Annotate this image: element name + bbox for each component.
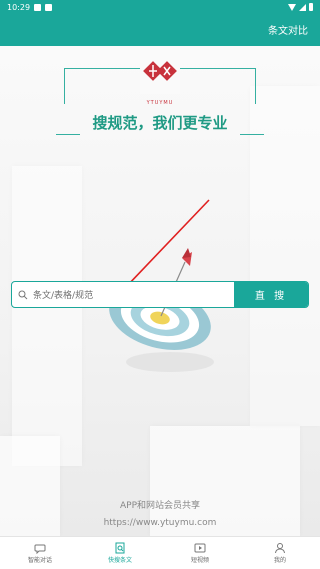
nav-label: 智能对话 xyxy=(27,557,52,564)
compare-clauses-button[interactable]: 条文对比 xyxy=(268,22,308,37)
status-time: 10:29 xyxy=(7,2,31,12)
video-icon xyxy=(194,543,206,553)
wifi-icon xyxy=(288,3,296,11)
gallery-notification-icon xyxy=(34,3,42,11)
document-search-icon xyxy=(115,542,125,554)
direct-search-button[interactable]: 直 搜 xyxy=(234,282,308,307)
nav-item-short-video[interactable]: 短视频 xyxy=(160,537,240,569)
person-icon xyxy=(275,543,285,554)
nav-item-quick-search[interactable]: 快搜条文 xyxy=(80,537,160,569)
search-placeholder: 条文/表格/规范 xyxy=(33,291,94,301)
app-bar: 条文对比 xyxy=(0,14,320,46)
battery-icon xyxy=(309,3,313,11)
chat-icon xyxy=(34,544,46,554)
nav-label: 短视频 xyxy=(190,557,209,564)
nav-item-mine[interactable]: 我的 xyxy=(240,537,320,569)
search-icon xyxy=(18,290,28,299)
search-input[interactable]: 条文/表格/规范 xyxy=(12,282,234,307)
nav-label: 快搜条文 xyxy=(107,557,132,564)
nav-item-smart-chat[interactable]: 智能对话 xyxy=(0,537,80,569)
status-bar: 10:29 xyxy=(0,0,320,14)
download-notification-icon xyxy=(45,3,53,11)
main-content: YTUYMU 搜规范，我们更专业 条文/表格/规范 直 搜 APP和网站会员共享… xyxy=(0,46,320,536)
website-url[interactable]: https://www.ytuymu.com xyxy=(0,518,320,528)
signal-icon xyxy=(299,3,306,11)
membership-note: APP和网站会员共享 xyxy=(119,501,200,511)
nav-label: 我的 xyxy=(273,557,286,564)
search-bar: 条文/表格/规范 直 搜 xyxy=(11,281,309,308)
bottom-nav: 智能对话 快搜条文 短视频 我的 xyxy=(0,536,320,569)
